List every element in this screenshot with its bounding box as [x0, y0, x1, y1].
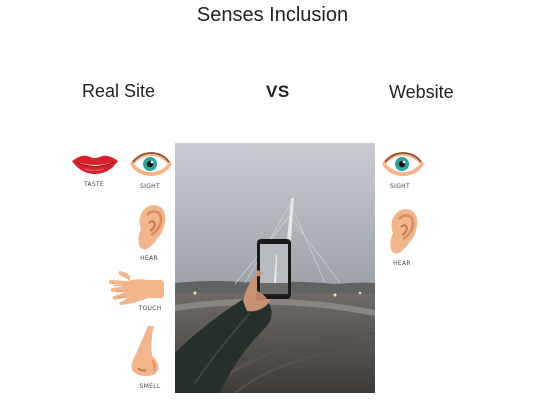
ear-icon	[135, 203, 167, 251]
website-eye-icon	[381, 150, 425, 178]
header-website: Website	[389, 82, 454, 102]
smell-label: SMELL	[139, 383, 161, 390]
website-sight-label: SIGHT	[390, 183, 410, 190]
website-hear-label: HEAR	[393, 260, 411, 267]
nose-icon	[128, 326, 162, 378]
hand-holding-phone-photo	[175, 143, 375, 393]
website-ear-icon	[387, 207, 419, 255]
header-vs: VS	[266, 82, 290, 101]
hand-icon	[106, 268, 164, 306]
page-title: Senses Inclusion	[196, 4, 349, 26]
lips-icon	[71, 152, 119, 176]
hear-label: HEAR	[140, 255, 158, 262]
eye-icon	[129, 150, 173, 178]
taste-label: TASTE	[83, 181, 105, 188]
touch-label: TOUCH	[138, 305, 162, 312]
sight-label: SIGHT	[140, 183, 160, 190]
header-real-site: Real Site	[82, 81, 156, 101]
